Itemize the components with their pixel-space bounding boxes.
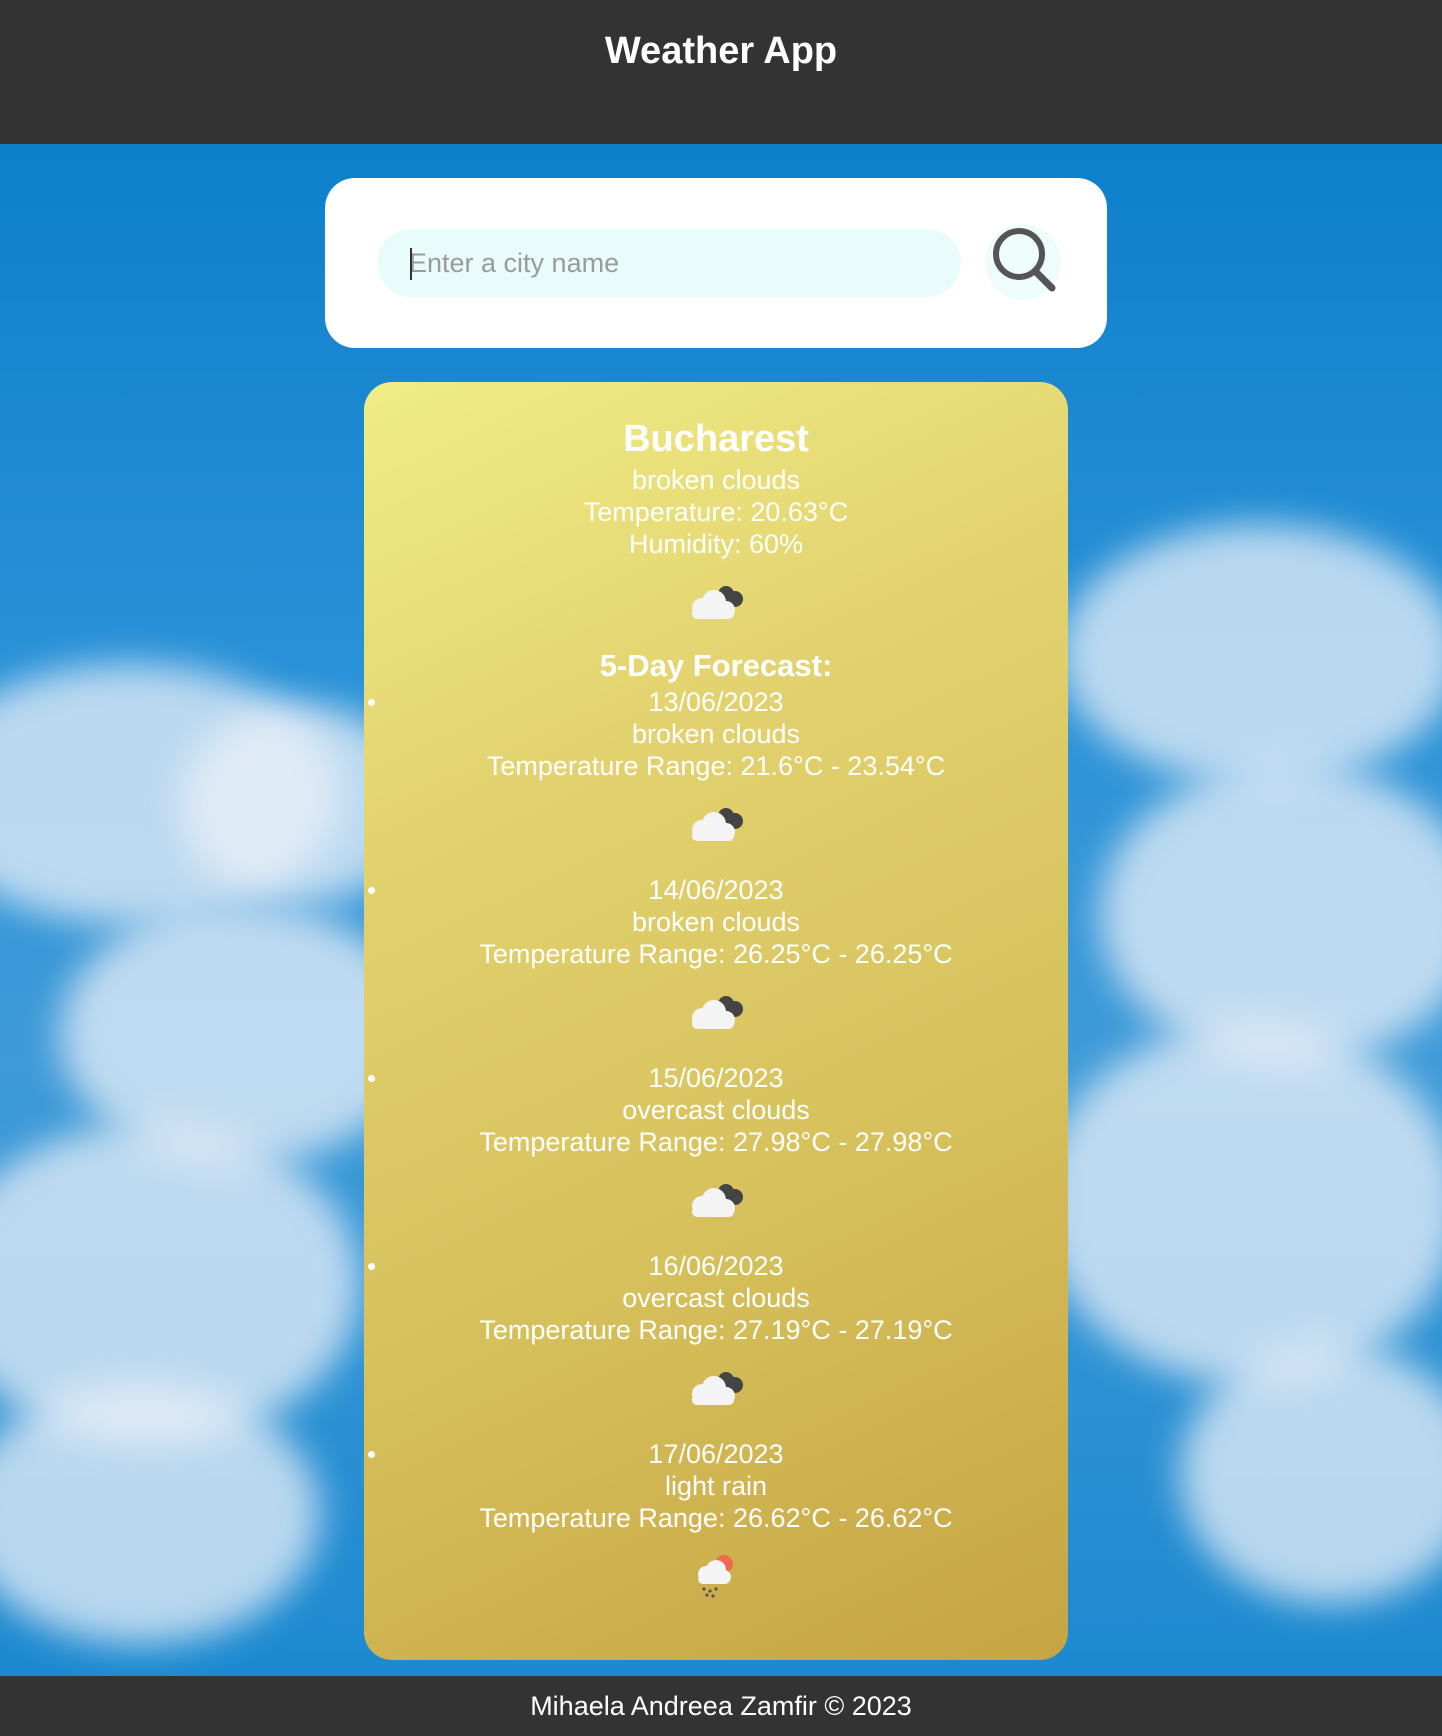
forecast-description: light rain [664,1471,768,1501]
forecast-date: 15/06/2023 [648,1063,784,1093]
forecast-range: Temperature Range: 26.25°C - 26.25°C [479,939,953,969]
app-header: Weather App [0,0,1442,144]
broken-clouds-icon [692,586,743,619]
search-button[interactable] [985,224,1061,300]
forecast-date: 13/06/2023 [648,687,784,717]
forecast-range: Temperature Range: 21.6°C - 23.54°C [486,751,946,781]
light-rain-icon [698,1555,733,1598]
search-icon [993,228,1056,292]
weather-card: Bucharest broken clouds Temperature: 20.… [364,382,1068,1660]
search-panel [325,178,1107,348]
broken-clouds-icon [692,808,743,841]
app-title: Weather App [604,30,838,72]
city-name: Bucharest [623,418,809,460]
broken-clouds-icon [692,996,743,1029]
forecast-range: Temperature Range: 27.98°C - 27.98°C [479,1127,953,1157]
overcast-clouds-icon [692,1184,743,1217]
forecast-description: broken clouds [631,907,801,937]
footer-credit: Mihaela Andreea Zamfir © 2023 [530,1691,912,1721]
current-temperature: Temperature: 20.63°C [583,497,849,527]
forecast-date: 16/06/2023 [648,1251,784,1281]
forecast-range: Temperature Range: 27.19°C - 27.19°C [479,1315,953,1345]
city-search-input[interactable] [377,229,961,297]
text-caret [410,248,412,280]
forecast-description: broken clouds [631,719,801,749]
forecast-date: 17/06/2023 [648,1439,784,1469]
current-description: broken clouds [631,465,801,495]
forecast-title: 5-Day Forecast: [599,648,833,683]
forecast-description: overcast clouds [622,1283,810,1313]
overcast-clouds-icon [692,1372,743,1405]
forecast-range: Temperature Range: 26.62°C - 26.62°C [479,1503,953,1533]
current-humidity: Humidity: 60% [628,529,804,559]
forecast-description: overcast clouds [622,1095,810,1125]
forecast-date: 14/06/2023 [648,875,784,905]
app-footer: Mihaela Andreea Zamfir © 2023 [0,1676,1442,1736]
